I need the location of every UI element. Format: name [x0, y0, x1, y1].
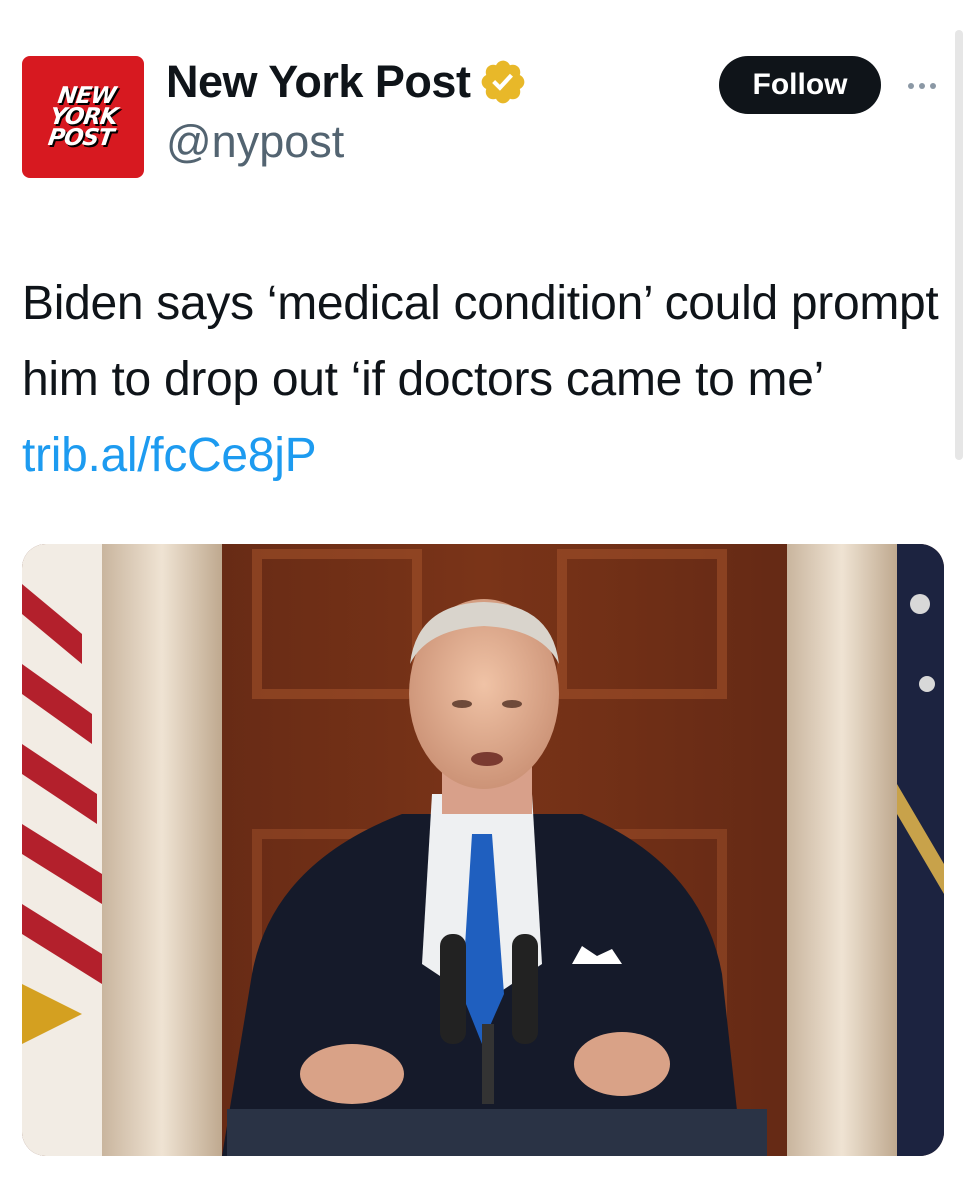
author-display-name[interactable]: New York Post	[166, 56, 471, 108]
post-photo[interactable]	[22, 544, 944, 1156]
post-header: NEW YORK POST New York Post @nypost Foll…	[22, 56, 942, 180]
more-icon[interactable]	[902, 66, 942, 106]
post-text: Biden says ‘medical condition’ could pro…	[22, 266, 942, 494]
speaker-at-podium-photo	[22, 544, 944, 1156]
author-handle[interactable]: @nypost	[166, 116, 344, 168]
more-dot	[908, 83, 914, 89]
more-dot	[930, 83, 936, 89]
author-name-line[interactable]: New York Post	[166, 56, 528, 108]
gold-check-icon	[482, 60, 525, 104]
more-dot	[919, 83, 925, 89]
avatar[interactable]: NEW YORK POST	[22, 56, 144, 178]
avatar-logo-text: NEW YORK POST	[45, 83, 121, 151]
post-link[interactable]: trib.al/fcCe8jP	[22, 429, 317, 482]
follow-button[interactable]: Follow	[719, 56, 881, 114]
avatar-line-3: POST	[45, 124, 115, 151]
post-body: Biden says ‘medical condition’ could pro…	[22, 277, 939, 406]
scrollbar[interactable]	[955, 30, 963, 460]
